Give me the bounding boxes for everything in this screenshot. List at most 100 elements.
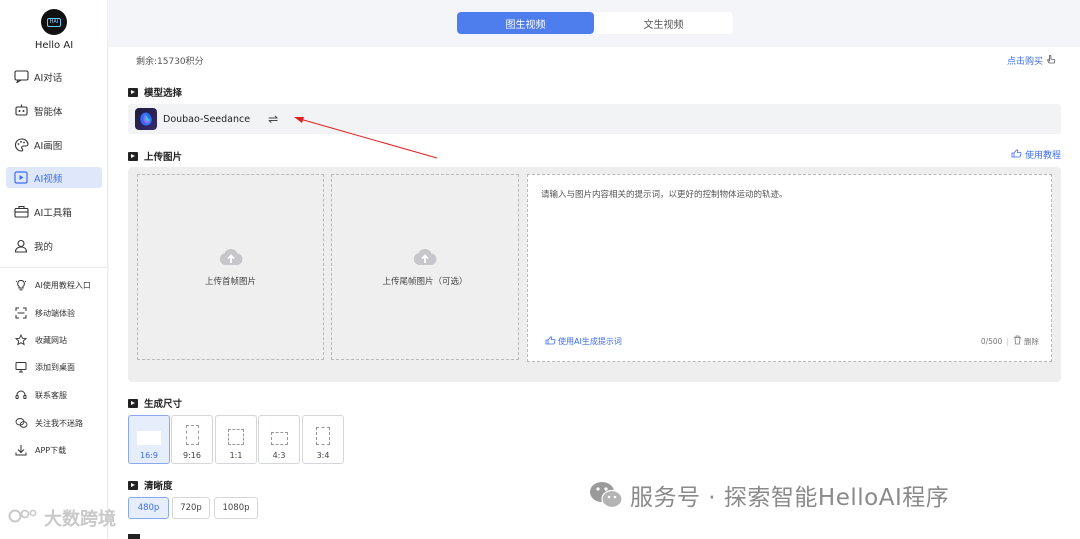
ai-generate-prompt-button[interactable]: 使用AI生成提示词 [545, 336, 622, 347]
brand-name: Hello AI [34, 40, 74, 51]
watermark-logo-icon [8, 506, 40, 531]
hand-pointer-icon [1046, 54, 1056, 67]
wechat-icon [14, 417, 28, 429]
model-section-label: 模型选择 [144, 88, 183, 99]
chat-icon [13, 70, 29, 84]
sidebar-item-label: 我的 [34, 241, 54, 253]
sidebar-item-ai-draw[interactable]: AI画图 [6, 134, 102, 155]
sidebar-item-favorite[interactable]: 收藏网站 [6, 331, 102, 349]
sidebar-item-app-download[interactable]: APP下载 [6, 441, 102, 459]
ratio-frame-icon [137, 431, 161, 445]
ratio-9-16-option[interactable]: 9:16 [171, 415, 213, 464]
app-logo[interactable]: HAI [41, 9, 67, 35]
sidebar-item-label: AI视频 [34, 173, 63, 185]
ratio-frame-icon [316, 427, 330, 445]
sidebar-item-follow[interactable]: 关注我不迷路 [6, 414, 102, 432]
separator: | [1006, 336, 1009, 346]
watermark-text: 服务号 · 探索智能HelloAI程序 [630, 485, 950, 511]
resolution-section-title: 清晰度 [128, 478, 173, 492]
sidebar-item-label: AI工具箱 [34, 207, 72, 219]
headset-icon [14, 389, 28, 401]
wechat-watermark: 服务号 · 探索智能HelloAI程序 [588, 478, 949, 512]
user-icon [13, 239, 29, 253]
sidebar-item-ai-video[interactable]: AI视频 [6, 167, 102, 188]
download-icon [14, 444, 28, 456]
toolbox-icon [13, 205, 29, 219]
buy-credits-link[interactable]: 点击购买 [1007, 54, 1056, 67]
upload-section-label: 上传图片 [144, 152, 183, 163]
resolution-1080p-option[interactable]: 1080p [214, 497, 258, 519]
model-section-title: 模型选择 [128, 85, 182, 99]
ratio-frame-icon [270, 432, 288, 445]
sidebar-item-label: APP下载 [35, 445, 67, 455]
play-square-icon [128, 151, 138, 161]
resolution-720p-option[interactable]: 720p [172, 497, 210, 519]
sidebar-item-ai-toolbox[interactable]: AI工具箱 [6, 201, 102, 222]
cloud-upload-icon [218, 248, 244, 269]
resolution-480p-option[interactable]: 480p [128, 497, 169, 519]
sidebar-item-label: 移动端体验 [35, 308, 75, 318]
sidebar-item-tutorial[interactable]: AI使用教程入口 [6, 276, 102, 294]
hand-pointer-icon [1011, 148, 1022, 161]
first-frame-dropzone[interactable]: 上传首帧图片 [137, 174, 324, 360]
ratio-3-4-option[interactable]: 3:4 [302, 415, 344, 464]
prompt-textarea[interactable]: 请输入与图片内容相关的提示词，以更好的控制物体运动的轨迹。 使用AI生成提示词 … [527, 174, 1052, 362]
play-square-icon [128, 87, 138, 97]
model-name: Doubao-Seedance [163, 113, 251, 125]
ratio-frame-icon [228, 429, 244, 445]
char-count: 0/500 [980, 336, 1003, 346]
tutorial-link-label: 使用教程 [1024, 151, 1061, 161]
mode-tabs: 图生视频 文生视频 [457, 12, 733, 34]
hand-pointer-icon [545, 336, 556, 347]
ai-prompt-label: 使用AI生成提示词 [558, 337, 622, 346]
play-square-icon [128, 398, 138, 408]
ratio-1-1-option[interactable]: 1:1 [215, 415, 257, 464]
sidebar-item-add-desktop[interactable]: 添加到桌面 [6, 358, 102, 376]
sidebar-divider [0, 267, 108, 268]
sidebar-item-label: AI对话 [34, 72, 63, 84]
wechat-icon [588, 480, 624, 510]
tutorial-link[interactable]: 使用教程 [1011, 148, 1061, 161]
corner-watermark-text: 大数跨境 [44, 509, 116, 530]
sidebar: HAI Hello AI AI对话 智能体 AI画图 AI视频 AI工具箱 我的… [0, 0, 108, 539]
sidebar-item-ai-chat[interactable]: AI对话 [6, 66, 102, 87]
palette-icon [13, 137, 29, 152]
sidebar-item-support[interactable]: 联系客服 [6, 386, 102, 404]
trash-icon[interactable] [1013, 335, 1022, 347]
ratio-label: 9:16 [183, 451, 201, 460]
sidebar-item-label: 添加到桌面 [35, 362, 75, 372]
corner-watermark: 大数跨境 [8, 505, 116, 531]
video-icon [13, 171, 29, 185]
buy-link-label: 点击购买 [1006, 57, 1043, 67]
last-frame-dropzone[interactable]: 上传尾帧图片（可选） [331, 174, 519, 360]
robot-icon [13, 104, 29, 118]
size-section-label: 生成尺寸 [144, 399, 183, 410]
ratio-label: 16:9 [140, 451, 158, 460]
sidebar-item-label: 关注我不迷路 [35, 418, 83, 428]
model-selector[interactable]: Doubao-Seedance ⇌ [128, 104, 1061, 134]
ratio-frame-icon [185, 425, 199, 445]
tab-text-to-video[interactable]: 文生视频 [594, 12, 733, 34]
ratio-16-9-option[interactable]: 16:9 [128, 415, 170, 464]
logo-mark: HAI [47, 17, 61, 27]
swap-model-icon[interactable]: ⇌ [268, 112, 278, 126]
sidebar-item-label: 智能体 [34, 106, 63, 118]
cloud-upload-icon [412, 248, 438, 269]
prompt-counter: 0/500 | 删除 [981, 335, 1039, 347]
bulb-icon [14, 279, 28, 291]
next-section-title-partial [128, 534, 140, 539]
delete-button[interactable]: 删除 [1024, 336, 1039, 347]
ratio-label: 1:1 [229, 451, 243, 460]
prompt-placeholder: 请输入与图片内容相关的提示词，以更好的控制物体运动的轨迹。 [541, 190, 788, 200]
ratio-label: 3:4 [316, 451, 330, 460]
sidebar-item-mobile[interactable]: 移动端体验 [6, 304, 102, 322]
monitor-icon [14, 361, 28, 373]
sidebar-item-label: AI画图 [34, 140, 63, 152]
tab-image-to-video[interactable]: 图生视频 [457, 12, 594, 34]
play-square-icon [128, 480, 138, 490]
upload-section-title: 上传图片 [128, 149, 182, 163]
sidebar-item-agent[interactable]: 智能体 [6, 100, 102, 121]
ratio-4-3-option[interactable]: 4:3 [258, 415, 300, 464]
sidebar-item-mine[interactable]: 我的 [6, 235, 102, 256]
doubao-logo-icon [135, 108, 157, 130]
